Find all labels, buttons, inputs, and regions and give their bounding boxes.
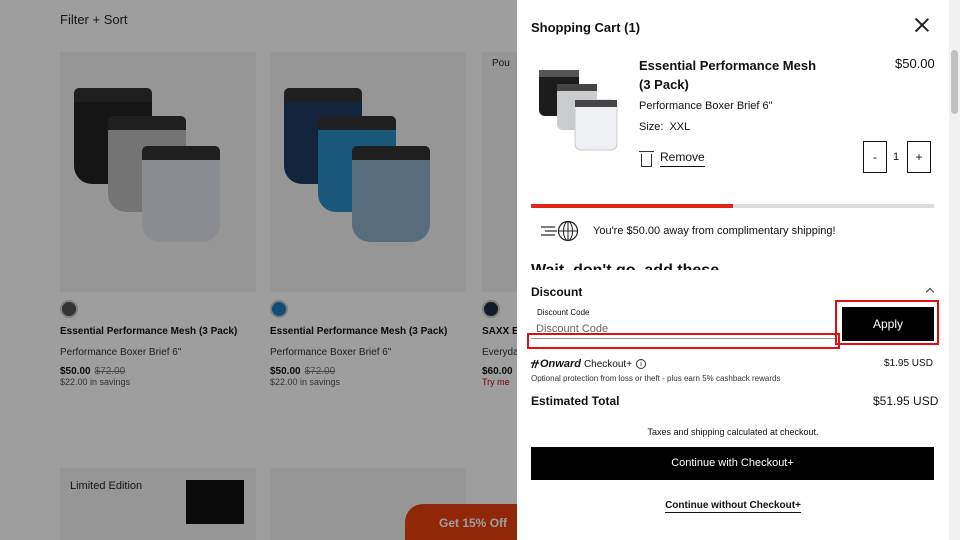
apply-highlight-box: Apply [835, 300, 939, 345]
shipping-progress-bar [531, 204, 934, 208]
cart-item-variant: Performance Boxer Brief 6" [639, 100, 773, 112]
checkout-footer: Discount Discount Code Apply Onward Chec… [517, 270, 949, 540]
onward-brand: Onward [540, 358, 581, 370]
continue-without-checkout-link[interactable]: Continue without Checkout+ [665, 500, 801, 513]
recommendations-heading: Wait, don't go, add these [531, 262, 719, 270]
taxes-note: Taxes and shipping calculated at checkou… [647, 427, 819, 437]
chevron-up-icon[interactable] [925, 287, 935, 297]
cart-item-name[interactable]: Essential Performance Mesh (3 Pack) [639, 56, 829, 94]
cart-item-price: $50.00 [895, 56, 935, 71]
cart-title: Shopping Cart (1) [531, 20, 641, 35]
info-icon[interactable]: i [636, 359, 647, 369]
shipping-message: You're $50.00 away from complimentary sh… [593, 225, 836, 237]
onward-label: Checkout+ [583, 358, 633, 370]
trash-icon [639, 150, 654, 167]
checkout-button[interactable]: Continue with Checkout+ [531, 447, 934, 480]
cart-item-image [539, 70, 618, 151]
discount-title[interactable]: Discount [531, 285, 582, 299]
estimated-total-label: Estimated Total [531, 394, 620, 408]
input-highlight-box [527, 333, 840, 349]
quantity-value: 1 [893, 151, 900, 163]
onward-checkout-row: Onward Checkout+ i [531, 358, 647, 370]
modal-overlay[interactable] [0, 0, 517, 540]
globe-shipping-icon [541, 220, 579, 242]
onward-logo-icon [531, 359, 539, 369]
scrollbar[interactable] [949, 0, 960, 540]
estimated-total-value: $51.95 USD [873, 394, 939, 408]
remove-button[interactable]: Remove [639, 150, 705, 167]
close-icon[interactable] [915, 18, 929, 32]
onward-description: Optional protection from loss or theft -… [531, 374, 781, 383]
cart-drawer: Shopping Cart (1) Essential Performance … [517, 0, 960, 540]
quantity-decrease-button[interactable]: - [863, 141, 887, 173]
shipping-progress-fill [531, 204, 733, 208]
onward-price: $1.95 USD [884, 358, 933, 369]
cart-item-size: Size: XXL [639, 121, 691, 133]
continue-without-link-row: Continue without Checkout+ [517, 500, 949, 513]
quantity-increase-button[interactable]: + [907, 141, 931, 173]
apply-button[interactable]: Apply [842, 307, 934, 341]
remove-label: Remove [660, 150, 705, 167]
scrollbar-thumb[interactable] [951, 50, 958, 114]
discount-code-label: Discount Code [537, 308, 590, 317]
